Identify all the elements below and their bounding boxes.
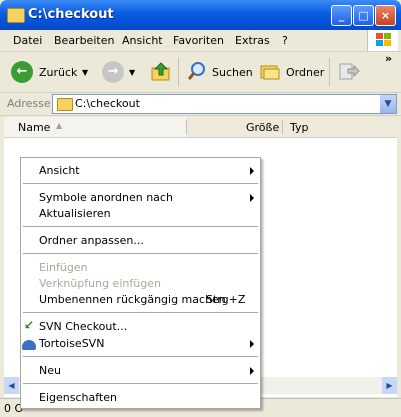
folder-icon: [7, 8, 25, 23]
menu-svn-checkout-item[interactable]: SVN Checkout...: [39, 320, 127, 333]
folders-icon[interactable]: [259, 60, 281, 82]
toolbar: ← Zurück ▼ → ▼ Suchen Ordner »: [0, 52, 401, 93]
tortoise-svn-icon: [22, 340, 36, 350]
menu-separator: [23, 383, 258, 384]
forward-arrow-icon[interactable]: →: [102, 61, 124, 83]
menu-separator: [23, 356, 258, 357]
toolbar-separator: [329, 58, 330, 86]
column-separator[interactable]: [282, 120, 283, 134]
svn-checkout-icon: ↙: [24, 318, 35, 332]
menu-separator: [23, 183, 258, 184]
column-name[interactable]: Name: [18, 121, 50, 134]
menu-tortoise-svn-item[interactable]: TortoiseSVN: [39, 337, 104, 350]
scroll-left-button[interactable]: ◀: [4, 377, 19, 394]
submenu-arrow-icon: [250, 367, 254, 375]
menu-tools[interactable]: Extras: [235, 34, 270, 47]
close-button[interactable]: ×: [375, 5, 396, 26]
undo-rename-shortcut: Strg+Z: [206, 293, 246, 306]
address-label: Adresse: [7, 97, 51, 110]
menu-separator: [23, 226, 258, 227]
column-size[interactable]: Größe: [246, 121, 279, 134]
menu-customize-folder-item[interactable]: Ordner anpassen...: [39, 234, 144, 247]
folders-button[interactable]: Ordner: [286, 66, 324, 79]
menu-favorites[interactable]: Favoriten: [173, 34, 224, 47]
sort-ascending-icon: ▲: [56, 121, 63, 130]
address-bar: Adresse C:\checkout ▼: [0, 93, 401, 116]
menu-file[interactable]: Datei: [13, 34, 42, 47]
explorer-window: C:\checkout _ □ × Datei Bearbeiten Ansic…: [0, 0, 401, 417]
column-type[interactable]: Typ: [290, 121, 309, 134]
back-button[interactable]: Zurück: [39, 66, 77, 79]
maximize-button[interactable]: □: [353, 5, 374, 26]
column-separator[interactable]: [186, 120, 187, 134]
move-to-icon[interactable]: [338, 60, 360, 82]
menu-properties-item[interactable]: Eigenschaften: [39, 391, 117, 404]
scroll-right-button[interactable]: ▶: [382, 377, 397, 394]
menu-view[interactable]: Ansicht: [122, 34, 163, 47]
menu-refresh-item[interactable]: Aktualisieren: [39, 207, 111, 220]
back-arrow-icon[interactable]: ←: [11, 61, 33, 83]
search-button[interactable]: Suchen: [212, 66, 253, 79]
address-field[interactable]: C:\checkout ▼: [52, 94, 397, 114]
minimize-button[interactable]: _: [331, 5, 352, 26]
menu-edit[interactable]: Bearbeiten: [54, 34, 114, 47]
menu-view-item[interactable]: Ansicht: [39, 164, 80, 177]
folder-up-icon[interactable]: [150, 60, 172, 82]
menu-arrange-icons-item[interactable]: Symbole anordnen nach: [39, 191, 173, 204]
address-dropdown-button[interactable]: ▼: [380, 95, 396, 113]
address-value: C:\checkout: [75, 97, 140, 110]
menu-new-item[interactable]: Neu: [39, 364, 61, 377]
menu-paste-item: Einfügen: [39, 261, 88, 274]
menu-paste-shortcut-item: Verknüpfung einfügen: [39, 277, 161, 290]
back-dropdown-icon[interactable]: ▼: [82, 68, 88, 77]
submenu-arrow-icon: [250, 167, 254, 175]
submenu-arrow-icon: [250, 340, 254, 348]
menu-bar: Datei Bearbeiten Ansicht Favoriten Extra…: [0, 30, 401, 52]
menu-separator: [23, 312, 258, 313]
context-menu: Ansicht Symbole anordnen nach Aktualisie…: [20, 157, 261, 409]
column-header: Name ▲ Größe Typ: [4, 117, 397, 138]
windows-logo-icon: [367, 30, 398, 51]
search-icon[interactable]: [186, 60, 208, 82]
forward-dropdown-icon[interactable]: ▼: [129, 68, 135, 77]
toolbar-overflow-icon[interactable]: »: [385, 52, 392, 65]
menu-help[interactable]: ?: [282, 34, 288, 47]
toolbar-separator: [178, 58, 179, 86]
folder-icon: [57, 98, 73, 111]
window-title: C:\checkout: [28, 7, 114, 22]
title-bar[interactable]: C:\checkout _ □ ×: [0, 0, 401, 30]
menu-undo-rename-item[interactable]: Umbenennen rückgängig machen: [39, 293, 226, 306]
menu-separator: [23, 253, 258, 254]
submenu-arrow-icon: [250, 194, 254, 202]
